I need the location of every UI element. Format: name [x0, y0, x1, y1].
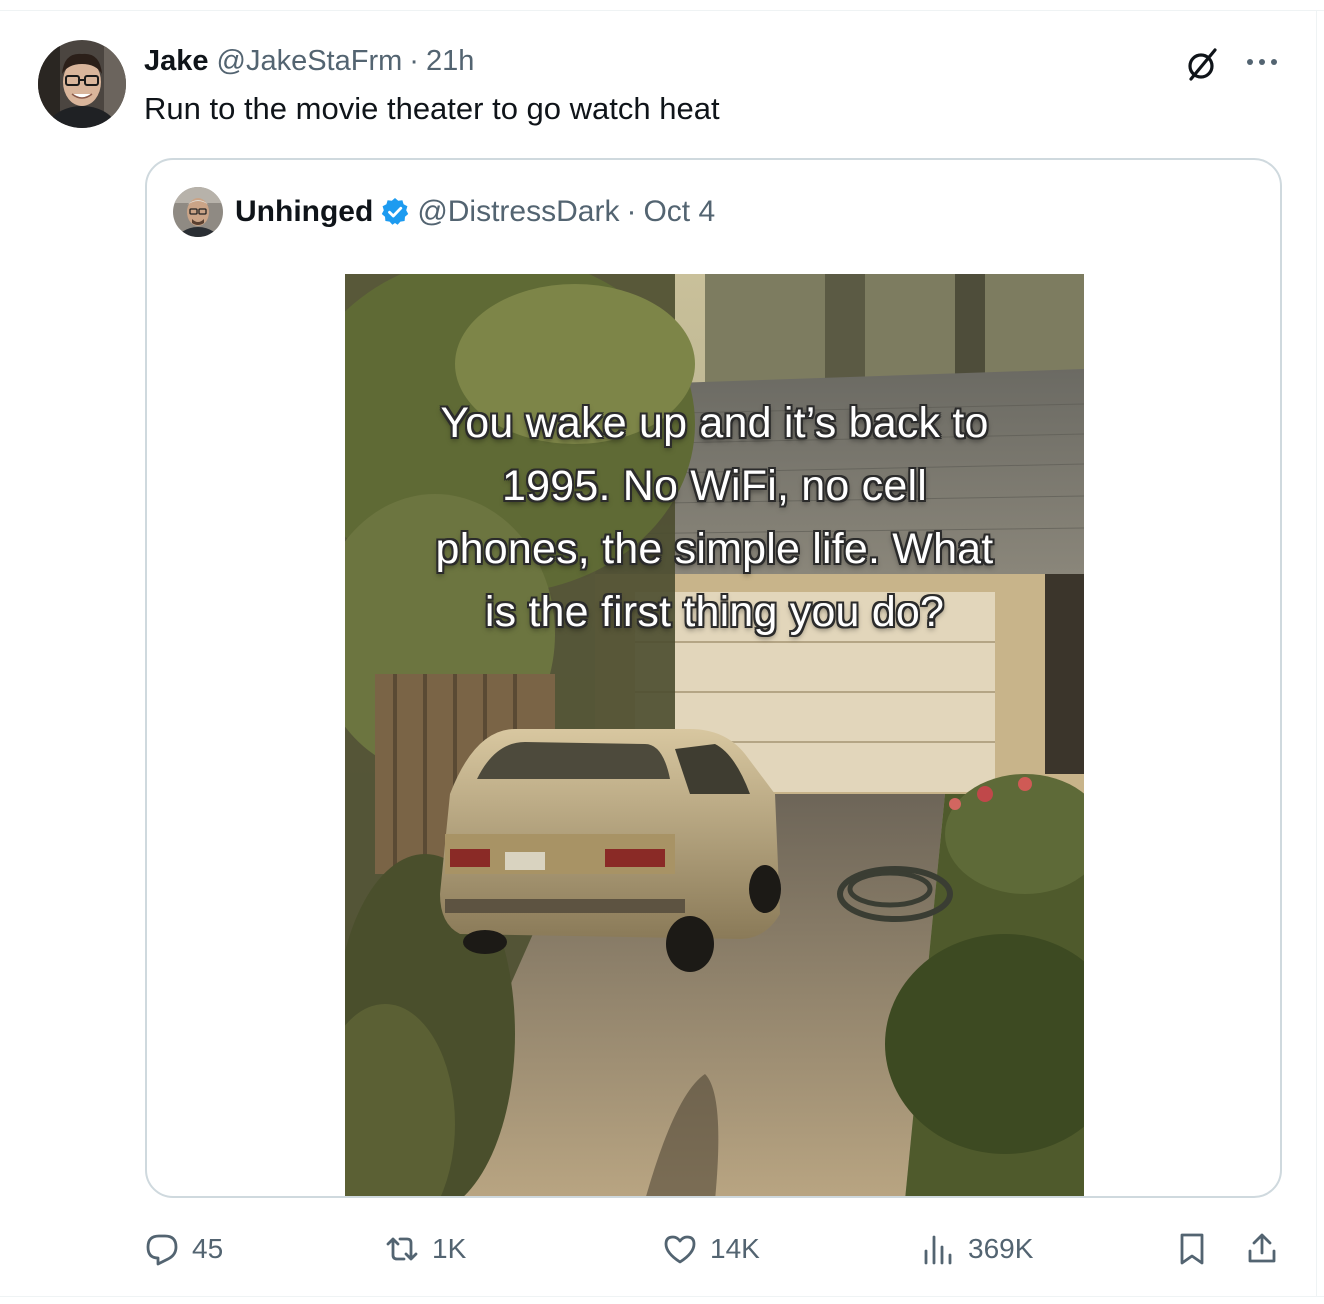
- like-count: 14K: [710, 1233, 760, 1264]
- like-icon: [664, 1235, 696, 1264]
- author-avatar[interactable]: [38, 40, 126, 128]
- divider-bottom: [0, 1296, 1324, 1297]
- view-count: 369K: [968, 1233, 1034, 1264]
- tweet-actions-bar: 45 1K 14K 369K: [0, 1224, 1324, 1274]
- divider-right: [1316, 10, 1317, 1297]
- repost-button[interactable]: 1K: [384, 1224, 466, 1274]
- reply-icon: [146, 1234, 178, 1266]
- tweet-header: Jake @JakeStaFrm · 21h: [144, 42, 474, 80]
- like-button[interactable]: 14K: [662, 1224, 760, 1274]
- grok-icon[interactable]: [1182, 44, 1222, 84]
- tweet-text: Run to the movie theater to go watch hea…: [144, 91, 720, 126]
- share-icon: [1248, 1233, 1276, 1263]
- image-caption-text: You wake up and it’s back to 1995. No Wi…: [435, 399, 994, 636]
- share-button[interactable]: [1244, 1224, 1280, 1274]
- header-separator: ·: [409, 44, 419, 77]
- quoted-tweet-card[interactable]: Unhinged @DistressDark · Oct 4 You wake …: [145, 158, 1282, 1198]
- bookmark-icon: [1180, 1233, 1204, 1265]
- tweet-timestamp[interactable]: 21h: [426, 45, 474, 78]
- retweet-icon: [386, 1237, 418, 1261]
- author-handle[interactable]: @JakeStaFrm: [217, 45, 403, 78]
- quoted-author-name[interactable]: Unhinged: [235, 195, 373, 229]
- tweet-container: Jake @JakeStaFrm · 21h Run to the movie …: [0, 0, 1324, 1304]
- views-button[interactable]: 369K: [920, 1224, 1033, 1274]
- bookmark-button[interactable]: [1174, 1224, 1210, 1274]
- divider-top: [0, 10, 1324, 11]
- repost-count: 1K: [432, 1233, 467, 1264]
- author-name[interactable]: Jake: [144, 45, 209, 78]
- views-icon: [924, 1235, 952, 1265]
- quoted-header-separator: ·: [626, 195, 637, 228]
- verified-badge-icon: [382, 198, 409, 225]
- quoted-tweet-header: Unhinged @DistressDark · Oct 4: [235, 193, 715, 231]
- quoted-author-handle[interactable]: @DistressDark: [417, 195, 619, 229]
- reply-button[interactable]: 45: [144, 1224, 223, 1274]
- quoted-tweet-timestamp[interactable]: Oct 4: [643, 195, 715, 229]
- quoted-tweet-image[interactable]: You wake up and it’s back to 1995. No Wi…: [345, 274, 1084, 1196]
- reply-count: 45: [192, 1233, 224, 1264]
- more-icon[interactable]: [1244, 48, 1280, 76]
- quoted-author-avatar[interactable]: [173, 187, 223, 237]
